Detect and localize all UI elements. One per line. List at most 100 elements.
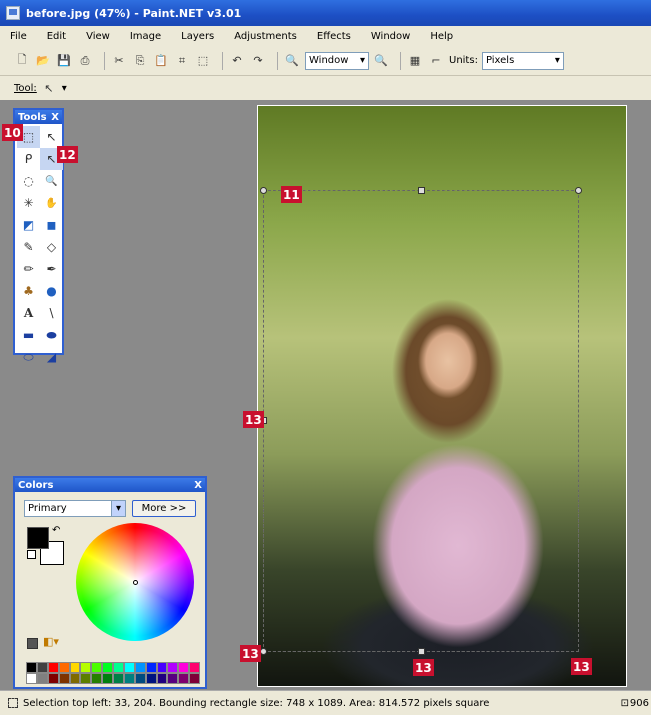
palette-swatch[interactable]: [167, 662, 179, 673]
palette-swatch[interactable]: [80, 662, 92, 673]
palette-swatch[interactable]: [145, 662, 157, 673]
zoom-in-icon[interactable]: 🔍: [373, 53, 389, 69]
text-icon[interactable]: A: [17, 302, 40, 324]
crop-to-selection-icon[interactable]: ⌗: [174, 53, 190, 69]
close-icon[interactable]: X: [51, 112, 59, 123]
menu-layers[interactable]: Layers: [181, 31, 214, 42]
palette-swatch[interactable]: [178, 673, 190, 684]
menu-view[interactable]: View: [86, 31, 110, 42]
ellipse-icon[interactable]: ⬭: [17, 346, 40, 368]
zoom-out-icon[interactable]: 🔍: [284, 53, 300, 69]
palette-swatch[interactable]: [134, 662, 146, 673]
primary-color-swatch[interactable]: [27, 527, 49, 549]
menu-window[interactable]: Window: [371, 31, 410, 42]
recolor-icon[interactable]: ●: [40, 280, 63, 302]
palette-swatch[interactable]: [113, 662, 124, 673]
menu-edit[interactable]: Edit: [47, 31, 66, 42]
units-dropdown[interactable]: Pixels ▾: [481, 51, 564, 70]
palette-swatch[interactable]: [113, 673, 124, 684]
copy-icon[interactable]: ⎘: [132, 53, 148, 69]
ruler-icon[interactable]: ⌐: [428, 53, 444, 69]
palette-swatch[interactable]: [36, 662, 48, 673]
menu-bar: File Edit View Image Layers Adjustments …: [0, 26, 651, 46]
palette-swatch[interactable]: [58, 662, 70, 673]
rectangle-icon[interactable]: ▬: [17, 324, 40, 346]
rounded-rectangle-icon[interactable]: ⬬: [40, 324, 63, 346]
tools-grid: ⬚ ↖ ᑭ ↖ ◌ 🔍 ✳ ✋ ◩ ◼ ✎ ◇ ✏ ✒ ♣ ● A \ ▬ ⬬ …: [15, 124, 63, 370]
deselect-icon[interactable]: ⬚: [195, 53, 211, 69]
menu-image[interactable]: Image: [130, 31, 161, 42]
new-file-icon[interactable]: 🗋: [14, 53, 30, 69]
undo-icon[interactable]: ↶: [229, 53, 245, 69]
palette-swatch[interactable]: [123, 662, 135, 673]
palette-swatch[interactable]: [26, 673, 37, 684]
palette-swatch[interactable]: [26, 662, 37, 673]
paintbrush-icon[interactable]: ✎: [17, 236, 40, 258]
palette-swatch[interactable]: [189, 662, 200, 673]
palette-swatch[interactable]: [134, 673, 146, 684]
selection-handle-bottom[interactable]: [418, 648, 425, 655]
lasso-select-icon[interactable]: ᑭ: [17, 148, 40, 170]
more-colors-button[interactable]: More >>: [132, 500, 196, 517]
print-icon[interactable]: ⎙: [77, 53, 93, 69]
palette-swatch[interactable]: [58, 673, 70, 684]
swap-colors-icon[interactable]: ↶: [52, 525, 60, 536]
reset-colors-icon[interactable]: [27, 550, 36, 559]
menu-file[interactable]: File: [10, 31, 27, 42]
palette-swatch[interactable]: [80, 673, 92, 684]
menu-help[interactable]: Help: [430, 31, 453, 42]
pan-icon[interactable]: ✋: [40, 192, 63, 214]
pencil-icon[interactable]: ✏: [17, 258, 40, 280]
save-icon[interactable]: 💾: [56, 53, 72, 69]
selection-handle-top[interactable]: [418, 187, 425, 194]
current-tool-icon[interactable]: ↖: [41, 80, 57, 96]
palette-swatch[interactable]: [145, 673, 157, 684]
palette-swatch[interactable]: [102, 673, 113, 684]
color-wheel-cursor[interactable]: [133, 580, 138, 585]
palette-icon[interactable]: [27, 638, 38, 649]
selection-rectangle[interactable]: [263, 190, 579, 652]
palette-swatch[interactable]: [69, 673, 81, 684]
menu-effects[interactable]: Effects: [317, 31, 351, 42]
palette-swatch[interactable]: [156, 673, 168, 684]
ellipse-select-icon[interactable]: ◌: [17, 170, 40, 192]
zoom-icon[interactable]: 🔍: [40, 170, 63, 192]
freeform-shape-icon[interactable]: ◢: [40, 346, 63, 368]
palette-swatch[interactable]: [178, 662, 190, 673]
zoom-dropdown[interactable]: Window ▾: [305, 51, 369, 70]
move-selection-icon[interactable]: ↖: [40, 126, 63, 148]
line-curve-icon[interactable]: \: [40, 302, 63, 324]
palette-swatch[interactable]: [167, 673, 179, 684]
gradient-icon[interactable]: ◼: [40, 214, 63, 236]
palette-swatch[interactable]: [47, 662, 59, 673]
menu-adjustments[interactable]: Adjustments: [234, 31, 297, 42]
cut-icon[interactable]: ✂: [111, 53, 127, 69]
magic-wand-icon[interactable]: ✳: [17, 192, 40, 214]
palette-swatch[interactable]: [91, 673, 103, 684]
tool-label: Tool:: [14, 82, 37, 94]
palette-swatch[interactable]: [123, 673, 135, 684]
palette-menu-icon[interactable]: ◧▾: [43, 635, 59, 648]
eraser-icon[interactable]: ◇: [40, 236, 63, 258]
palette-swatch[interactable]: [47, 673, 59, 684]
palette-swatch[interactable]: [156, 662, 168, 673]
grid-icon[interactable]: ▦: [407, 53, 423, 69]
selection-handle-bottom-left[interactable]: [260, 648, 267, 655]
selection-handle-top-right[interactable]: [575, 187, 582, 194]
color-mode-dropdown[interactable]: Primary ▾: [24, 500, 126, 517]
paint-bucket-icon[interactable]: ◩: [17, 214, 40, 236]
image-size-icon: ⊡: [620, 697, 629, 709]
close-icon[interactable]: X: [194, 480, 202, 491]
clone-stamp-icon[interactable]: ♣: [17, 280, 40, 302]
palette-swatch[interactable]: [189, 673, 200, 684]
palette-swatch[interactable]: [36, 673, 48, 684]
color-picker-icon[interactable]: ✒: [40, 258, 63, 280]
palette-swatch[interactable]: [102, 662, 113, 673]
redo-icon[interactable]: ↷: [250, 53, 266, 69]
chevron-down-icon[interactable]: ▾: [62, 83, 67, 94]
palette-swatch[interactable]: [69, 662, 81, 673]
paste-icon[interactable]: 📋: [153, 53, 169, 69]
selection-handle-top-left[interactable]: [260, 187, 267, 194]
palette-swatch[interactable]: [91, 662, 103, 673]
open-folder-icon[interactable]: 📂: [35, 53, 51, 69]
